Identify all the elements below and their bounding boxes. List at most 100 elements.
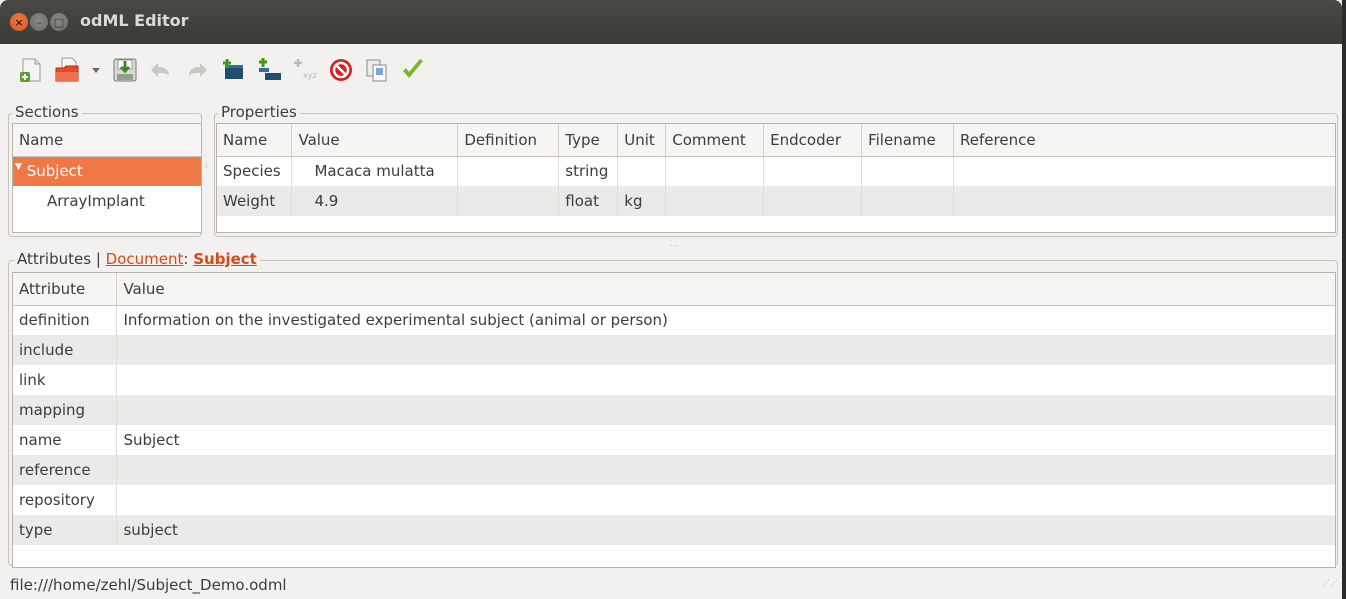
- attribute-row[interactable]: type subject: [13, 515, 1335, 545]
- status-bar: file:///home/zehl/Subject_Demo.odml: [0, 570, 1342, 599]
- attribute-value-cell[interactable]: [116, 335, 1335, 365]
- property-endcoder-cell[interactable]: [763, 186, 863, 216]
- prop-col-unit[interactable]: Unit: [617, 124, 667, 157]
- prop-col-value[interactable]: Value: [291, 124, 459, 157]
- add-section-button[interactable]: [218, 55, 248, 85]
- undo-button[interactable]: [146, 55, 176, 85]
- expander-arrow-icon[interactable]: ▼: [15, 162, 22, 172]
- property-row[interactable]: Weight 4.9 float kg: [217, 186, 1335, 216]
- horizontal-splitter-handle[interactable]: ⋯: [670, 241, 679, 250]
- validate-button[interactable]: [398, 55, 428, 85]
- prop-col-name[interactable]: Name: [217, 124, 293, 157]
- sections-label: Sections: [12, 103, 82, 121]
- attribute-row[interactable]: include: [13, 335, 1335, 365]
- attribute-value-cell[interactable]: [116, 395, 1335, 425]
- property-name-cell[interactable]: Weight: [217, 186, 293, 216]
- property-type-cell[interactable]: string: [558, 156, 619, 186]
- property-unit-cell[interactable]: kg: [617, 186, 667, 216]
- property-value-cell[interactable]: Macaca mulatta: [291, 156, 459, 186]
- breadcrumb-document-link[interactable]: Document: [106, 250, 184, 268]
- property-type-cell[interactable]: float: [558, 186, 619, 216]
- redo-icon: [189, 63, 207, 77]
- property-row[interactable]: Species Macaca mulatta string: [217, 156, 1335, 186]
- sections-name-header[interactable]: Name: [13, 124, 201, 157]
- attribute-row[interactable]: definition Information on the investigat…: [13, 305, 1335, 335]
- property-endcoder-cell[interactable]: [763, 156, 863, 186]
- undo-icon: [151, 63, 169, 77]
- desktop-edge: [1342, 0, 1346, 599]
- property-name-cell[interactable]: Species: [217, 156, 293, 186]
- breadcrumb-current-link[interactable]: Subject: [193, 250, 257, 268]
- prop-col-type[interactable]: Type: [558, 124, 619, 157]
- add-value-button[interactable]: xyz: [290, 55, 320, 85]
- dropdown-arrow-icon: [92, 68, 100, 73]
- attribute-key-cell[interactable]: include: [13, 335, 118, 365]
- delete-icon: [330, 59, 352, 81]
- attribute-key-cell[interactable]: type: [13, 515, 118, 545]
- attribute-value-cell[interactable]: Subject: [117, 425, 1335, 455]
- property-unit-cell[interactable]: [617, 156, 667, 186]
- resize-grip-icon[interactable]: ⋰⋰: [1322, 579, 1338, 594]
- property-reference-cell[interactable]: [954, 156, 1335, 186]
- save-button[interactable]: [110, 55, 140, 85]
- close-window-button[interactable]: ×: [10, 13, 28, 31]
- new-document-icon: [20, 58, 41, 82]
- property-comment-cell[interactable]: [665, 186, 765, 216]
- attribute-value-cell[interactable]: Information on the investigated experime…: [117, 305, 1335, 335]
- property-filename-cell[interactable]: [861, 186, 955, 216]
- attribute-key-cell[interactable]: name: [13, 425, 118, 455]
- attribute-row[interactable]: link: [13, 365, 1335, 395]
- attribute-key-cell[interactable]: mapping: [13, 395, 118, 425]
- attribute-key-cell[interactable]: reference: [13, 455, 118, 485]
- attr-col-value[interactable]: Value: [116, 273, 1335, 306]
- property-comment-cell[interactable]: [665, 156, 765, 186]
- redo-button[interactable]: [182, 55, 212, 85]
- attribute-key-cell[interactable]: link: [13, 365, 118, 395]
- attribute-row[interactable]: repository: [13, 485, 1335, 515]
- sections-tree[interactable]: Name ▼ Subject ArrayImplant: [12, 123, 202, 233]
- clone-button[interactable]: [362, 55, 392, 85]
- attribute-row[interactable]: mapping: [13, 395, 1335, 425]
- breadcrumb-separator: :: [183, 250, 189, 268]
- new-document-button[interactable]: [16, 55, 46, 85]
- properties-table[interactable]: Name Value Definition Type Unit Comment …: [216, 123, 1336, 233]
- open-document-button[interactable]: [52, 55, 82, 85]
- prop-col-comment[interactable]: Comment: [665, 124, 765, 157]
- attributes-table[interactable]: Attribute Value definition Information o…: [12, 272, 1336, 568]
- attribute-value-cell[interactable]: [117, 485, 1335, 515]
- attribute-key-cell[interactable]: definition: [13, 305, 118, 335]
- status-file-path: file:///home/zehl/Subject_Demo.odml: [10, 575, 287, 594]
- property-definition-cell[interactable]: [457, 156, 560, 186]
- window-title: odML Editor: [80, 11, 189, 30]
- section-label: Subject: [26, 162, 83, 181]
- attribute-value-cell[interactable]: subject: [116, 515, 1335, 545]
- property-filename-cell[interactable]: [861, 156, 955, 186]
- attribute-value-cell[interactable]: [116, 455, 1335, 485]
- prop-col-reference[interactable]: Reference: [953, 124, 1335, 157]
- attribute-value-cell[interactable]: [117, 365, 1335, 395]
- attribute-key-cell[interactable]: repository: [13, 485, 118, 515]
- toolbar: xyz: [0, 44, 1342, 96]
- property-value-cell[interactable]: 4.9: [291, 186, 459, 216]
- add-section-icon: [223, 59, 243, 79]
- property-reference-cell[interactable]: [953, 186, 1335, 216]
- property-definition-cell[interactable]: [457, 186, 560, 216]
- svg-text:xyz: xyz: [303, 71, 317, 80]
- save-icon: [113, 58, 137, 82]
- add-subsection-button[interactable]: [254, 55, 284, 85]
- validate-checkmark-icon: [403, 59, 423, 78]
- prop-col-endcoder[interactable]: Endcoder: [763, 124, 863, 157]
- title-bar: × – □ odML Editor: [0, 0, 1342, 44]
- section-item-arrayimplant[interactable]: ArrayImplant: [13, 186, 201, 216]
- attribute-row[interactable]: reference: [13, 455, 1335, 485]
- maximize-window-button[interactable]: □: [50, 13, 68, 31]
- pane-splitter-handle[interactable]: ⁞: [205, 162, 209, 178]
- minimize-window-button[interactable]: –: [30, 13, 48, 31]
- attr-col-attribute[interactable]: Attribute: [13, 273, 118, 306]
- prop-col-filename[interactable]: Filename: [861, 124, 955, 157]
- delete-button[interactable]: [326, 55, 356, 85]
- attribute-row[interactable]: name Subject: [13, 425, 1335, 455]
- section-item-subject[interactable]: ▼ Subject: [13, 156, 201, 186]
- prop-col-definition[interactable]: Definition: [457, 124, 560, 157]
- recent-dropdown-button[interactable]: [88, 55, 104, 85]
